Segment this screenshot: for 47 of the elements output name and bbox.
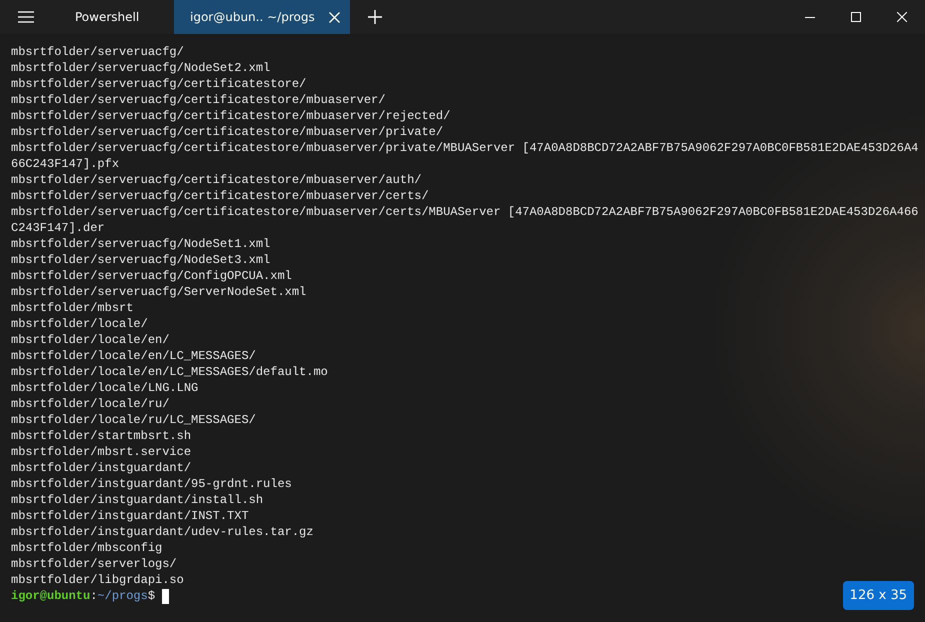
terminal-size-badge: 126 x 35 (842, 581, 914, 610)
terminal-line: mbsrtfolder/locale/LNG.LNG (11, 380, 200, 396)
terminal-line: mbsrtfolder/instguardant/INST.TXT (11, 508, 250, 524)
terminal-line: 66C243F147].pfx (11, 156, 120, 172)
terminal-line: mbsrtfolder/locale/en/LC_MESSAGES/ (11, 348, 257, 364)
terminal-line: mbsrtfolder/startmbsrt.sh (11, 428, 192, 444)
maximize-icon[interactable] (851, 12, 861, 22)
terminal-line: mbsrtfolder/instguardant/udev-rules.tar.gz (11, 524, 314, 540)
terminal-line: mbsrtfolder/serveruacfg/ConfigOPCUA.xml (11, 268, 293, 284)
terminal-line: mbsrtfolder/serveruacfg/certificatestore/mbuaserver/certs/ (11, 188, 430, 204)
terminal-line: mbsrtfolder/serveruacfg/certificatestore/ (11, 76, 308, 92)
prompt-separator: : (90, 588, 98, 604)
tab[interactable]: Powershell (59, 0, 174, 34)
terminal-line: mbsrtfolder/serveruacfg/certificatestore/mbuaserver/certs/MBUAServer [47A0A8D8BCD72A2ABF7B75A9062F297A0BC0FB581E2DAE453D26A466 (11, 204, 920, 220)
plus-icon[interactable] (368, 10, 382, 24)
prompt-symbol: $ (148, 588, 156, 604)
close-icon[interactable] (897, 12, 907, 22)
terminal-line: C243F147].der (11, 220, 106, 236)
prompt-path: ~/progs (97, 588, 148, 604)
terminal-line: mbsrtfolder/serveruacfg/certificatestore/mbuaserver/auth/ (11, 172, 422, 188)
close-icon[interactable] (328, 12, 340, 22)
terminal-line: mbsrtfolder/locale/ru/ (11, 396, 170, 412)
terminal-line: mbsrtfolder/serveruacfg/ (11, 44, 185, 60)
prompt-user-host: igor@ubuntu (11, 588, 90, 604)
terminal-line: mbsrtfolder/locale/en/ (11, 332, 170, 348)
terminal-line: mbsrtfolder/serveruacfg/certificatestore/mbuaserver/private/ (11, 124, 444, 140)
terminal-line: mbsrtfolder/mbsconfig (11, 540, 164, 556)
terminal-line: mbsrtfolder/serveruacfg/NodeSet3.xml (11, 252, 272, 268)
terminal-line: mbsrtfolder/locale/ (11, 316, 149, 332)
terminal-line: mbsrtfolder/mbsrt (11, 300, 134, 316)
terminal-line: mbsrtfolder/instguardant/install.sh (11, 492, 264, 508)
terminal-line: mbsrtfolder/serveruacfg/certificatestore/mbuaserver/private/MBUAServer [47A0A8D8BCD72A2ABF7B75A9062F297A0BC0FB581E2DAE453D26A4 (11, 140, 920, 156)
terminal-line: mbsrtfolder/serveruacfg/NodeSet1.xml (11, 236, 272, 252)
terminal-line: mbsrtfolder/instguardant/ (11, 460, 192, 476)
terminal-line: mbsrtfolder/serveruacfg/certificatestore/mbuaserver/ (11, 92, 386, 108)
text-cursor (162, 588, 170, 604)
terminal-line: mbsrtfolder/serverlogs/ (11, 556, 178, 572)
terminal-line: mbsrtfolder/libgrdapi.so (11, 572, 185, 588)
terminal-line: mbsrtfolder/mbsrt.service (11, 444, 192, 460)
terminal-line: mbsrtfolder/instguardant/95-grdnt.rules (11, 476, 293, 492)
terminal-line: mbsrtfolder/locale/ru/LC_MESSAGES/ (11, 412, 257, 428)
terminal-line: mbsrtfolder/serveruacfg/certificatestore/mbuaserver/rejected/ (11, 108, 452, 124)
tab[interactable]: igor@ubun.. ~/progs (174, 0, 350, 34)
menu-icon[interactable] (18, 11, 34, 23)
terminal-line: mbsrtfolder/locale/en/LC_MESSAGES/default.mo (11, 364, 329, 380)
terminal-line: mbsrtfolder/serveruacfg/NodeSet2.xml (11, 60, 272, 76)
terminal-line: mbsrtfolder/serveruacfg/ServerNodeSet.xml (11, 284, 308, 300)
